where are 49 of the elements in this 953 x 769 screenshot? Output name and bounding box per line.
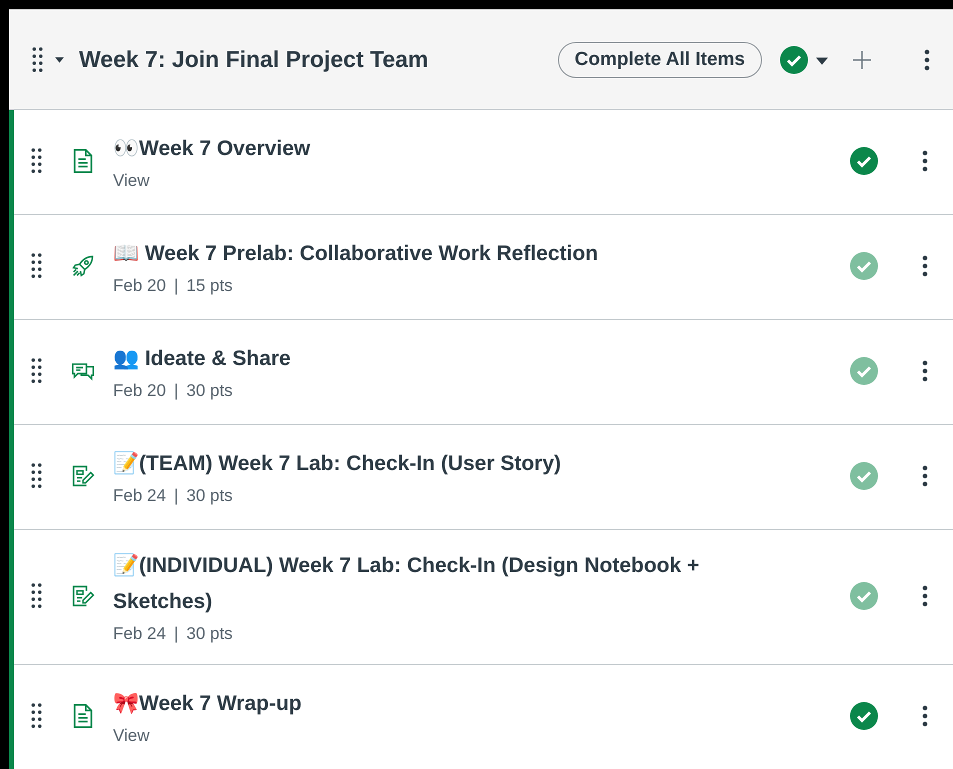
due-date: Feb 20 [113, 276, 166, 296]
drag-handle-icon[interactable] [31, 46, 44, 72]
due-date: Feb 24 [113, 624, 166, 644]
item-title-link[interactable]: 📝(TEAM) Week 7 Lab: Check-In (User Story) [113, 446, 803, 482]
due-date: Feb 24 [113, 486, 166, 506]
document-icon [71, 703, 95, 729]
separator: | [174, 381, 178, 401]
more-options-icon[interactable] [922, 360, 928, 382]
drag-handle-icon[interactable] [30, 358, 43, 384]
published-check-icon[interactable] [850, 462, 878, 490]
points: 15 pts [186, 276, 233, 296]
drag-handle-icon[interactable] [30, 253, 43, 279]
points: 30 pts [186, 624, 233, 644]
drag-handle-icon[interactable] [30, 463, 43, 489]
drag-handle-icon[interactable] [30, 583, 43, 609]
more-options-icon[interactable] [922, 465, 928, 487]
item-title-link[interactable]: 🎀Week 7 Wrap-up [113, 686, 803, 722]
more-options-icon[interactable] [922, 705, 928, 727]
more-options-icon[interactable] [924, 48, 930, 70]
item-title-link[interactable]: 👀Week 7 Overview [113, 131, 803, 167]
more-options-icon[interactable] [922, 585, 928, 607]
more-options-icon[interactable] [922, 150, 928, 172]
points: 30 pts [186, 486, 233, 506]
item-title-link[interactable]: 📝(INDIVIDUAL) Week 7 Lab: Check-In (Design Notebook + Sketches) [113, 548, 803, 620]
more-options-icon[interactable] [922, 255, 928, 277]
points: 30 pts [186, 381, 233, 401]
complete-all-button[interactable]: Complete All Items [558, 42, 762, 78]
edit-document-icon [71, 583, 95, 609]
drag-handle-icon[interactable] [30, 703, 43, 729]
published-check-icon[interactable] [850, 582, 878, 610]
view-label: View [113, 726, 150, 746]
due-date: Feb 20 [113, 381, 166, 401]
separator: | [174, 624, 178, 644]
rocket-icon [71, 253, 95, 279]
published-check-icon[interactable] [850, 147, 878, 175]
separator: | [174, 486, 178, 506]
published-check-icon[interactable] [850, 252, 878, 280]
add-icon[interactable] [852, 50, 872, 70]
drag-handle-icon[interactable] [30, 148, 43, 174]
published-check-icon[interactable] [850, 357, 878, 385]
published-check-icon[interactable] [850, 702, 878, 730]
published-check-icon[interactable] [780, 46, 808, 74]
document-icon [71, 148, 95, 174]
view-label: View [113, 171, 150, 191]
item-title-link[interactable]: 📖 Week 7 Prelab: Collaborative Work Reflection [113, 236, 803, 272]
module-title: Week 7: Join Final Project Team [79, 46, 430, 73]
item-title-link[interactable]: 👥 Ideate & Share [113, 341, 803, 377]
separator: | [174, 276, 178, 296]
edit-document-icon [71, 463, 95, 489]
